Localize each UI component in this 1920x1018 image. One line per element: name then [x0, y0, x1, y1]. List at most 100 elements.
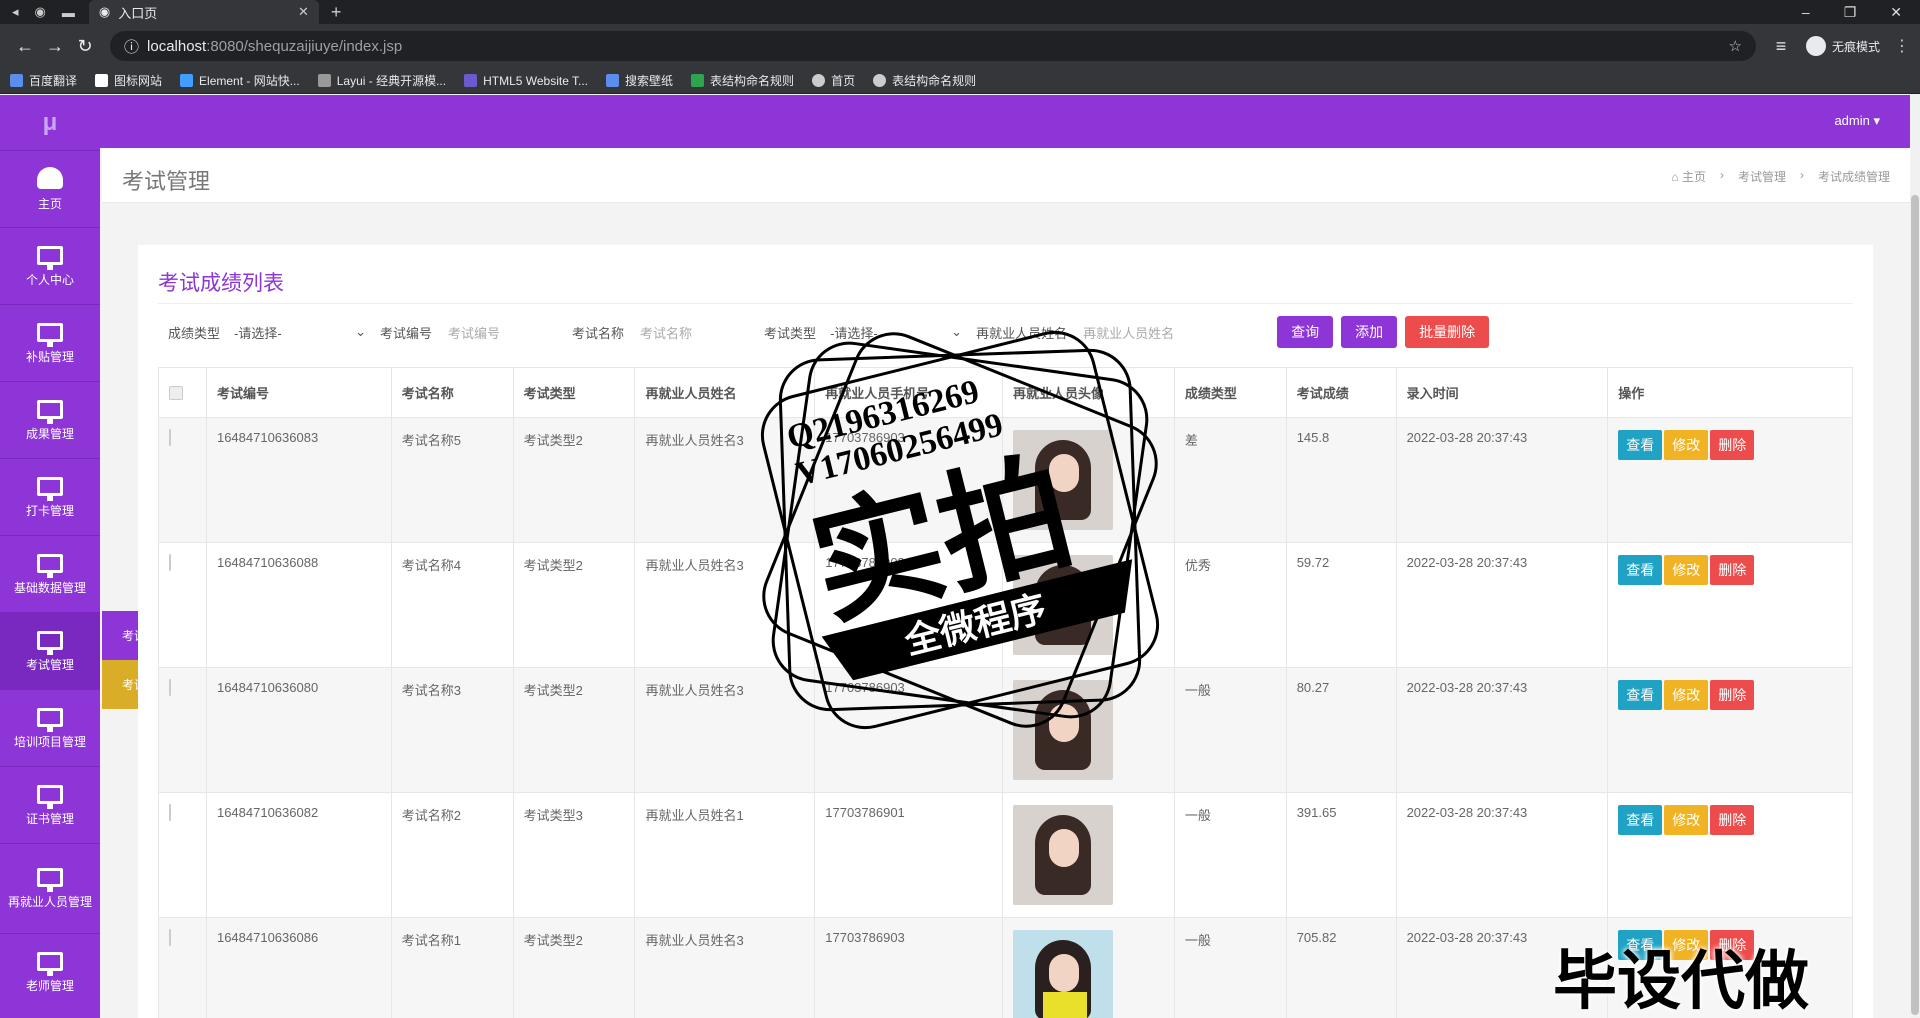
exam-no-cell: 16484710636083	[207, 418, 392, 542]
bookmark-item[interactable]: 表结构命名规则	[691, 72, 794, 89]
close-window-icon[interactable]: ✕	[1890, 4, 1902, 21]
sidebar-item-exam[interactable]: 考试管理	[0, 612, 100, 689]
score-type-select[interactable]: -请选择- ⌄	[230, 318, 370, 346]
address-bar: ← → ↻ ⓘ localhost:8080/shequzaijiuye/ind…	[0, 24, 1920, 68]
breadcrumb-home[interactable]: ⌂ 主页	[1671, 168, 1706, 185]
exam-no-cell: 16484710636080	[207, 668, 392, 792]
bookmark-icon	[317, 74, 331, 87]
forward-icon[interactable]: →	[40, 36, 70, 57]
new-tab-icon[interactable]: +	[331, 2, 342, 23]
edit-button[interactable]: 修改	[1664, 555, 1709, 585]
edit-button[interactable]: 修改	[1664, 430, 1709, 460]
chevron-right-icon: ›	[1799, 168, 1804, 182]
grade-cell: 一般	[1175, 918, 1287, 1018]
bookmark-item[interactable]: 搜索壁纸	[606, 72, 673, 89]
person-name-cell: 再就业人员姓名1	[635, 793, 816, 917]
grade-cell: 一般	[1175, 668, 1287, 792]
sidebar-item-teacher[interactable]: 老师管理	[0, 933, 100, 1010]
view-button[interactable]: 查看	[1618, 555, 1663, 585]
bookmarks-bar: 百度翻译 图标网站 Element - 网站快... Layui - 经典开源模…	[0, 68, 1920, 94]
avatar	[1013, 930, 1114, 1018]
bookmark-item[interactable]: 百度翻译	[10, 72, 77, 89]
sidebar-item-home[interactable]: 主页	[0, 150, 100, 227]
column-header: 录入时间	[1397, 368, 1609, 417]
row-checkbox[interactable]	[169, 929, 171, 946]
score-cell: 80.27	[1287, 668, 1397, 792]
exam-name-cell: 考试名称4	[392, 543, 514, 667]
sidebar-item-reemployment[interactable]: 再就业人员管理	[0, 843, 100, 933]
time-cell: 2022-03-28 20:37:43	[1397, 418, 1609, 542]
monitor-icon	[37, 245, 63, 270]
audio-icon[interactable]: ◂	[12, 4, 19, 20]
edit-button[interactable]: 修改	[1664, 680, 1709, 710]
globe-icon	[873, 74, 887, 87]
grade-cell: 差	[1175, 418, 1287, 542]
incognito-indicator[interactable]: 无痕模式	[1805, 36, 1880, 56]
view-button[interactable]: 查看	[1618, 805, 1663, 835]
monitor-icon	[37, 951, 63, 976]
more-icon[interactable]: ⋮	[1894, 36, 1910, 56]
sidebar-item-checkin[interactable]: 打卡管理	[0, 458, 100, 535]
scrollbar-thumb[interactable]	[1911, 195, 1919, 1015]
scrollbar[interactable]	[1910, 95, 1920, 1018]
reading-list-icon[interactable]: ≡	[1766, 36, 1796, 57]
chevron-right-icon: ›	[1719, 168, 1724, 182]
globe-icon[interactable]: ◉	[35, 4, 46, 20]
grade-cell: 优秀	[1175, 543, 1287, 667]
time-cell: 2022-03-28 20:37:43	[1397, 793, 1609, 917]
row-checkbox[interactable]	[169, 429, 171, 446]
query-button[interactable]: 查询	[1277, 316, 1334, 348]
url-field[interactable]: ⓘ localhost:8080/shequzaijiuye/index.jsp…	[110, 31, 1756, 61]
exam-no-cell: 16484710636086	[207, 918, 392, 1018]
delete-button[interactable]: 删除	[1710, 555, 1755, 585]
bookmark-item[interactable]: Element - 网站快...	[180, 72, 300, 89]
view-button[interactable]: 查看	[1618, 430, 1663, 460]
row-checkbox[interactable]	[169, 679, 171, 696]
delete-button[interactable]: 删除	[1710, 805, 1755, 835]
select-all-checkbox[interactable]	[169, 385, 183, 400]
delete-button[interactable]: 删除	[1710, 430, 1755, 460]
column-header: 考试名称	[392, 368, 514, 417]
bookmark-item[interactable]: HTML5 Website T...	[464, 74, 588, 88]
sidebar-item-profile[interactable]: 个人中心	[0, 227, 100, 304]
view-button[interactable]: 查看	[1618, 680, 1663, 710]
exam-no-cell: 16484710636088	[207, 543, 392, 667]
user-menu[interactable]: admin ▾	[1834, 113, 1880, 129]
window-icon[interactable]: ▬	[62, 5, 75, 20]
bookmark-star-icon[interactable]: ☆	[1729, 37, 1742, 55]
bookmark-item[interactable]: 图标网站	[95, 72, 162, 89]
row-checkbox[interactable]	[169, 804, 171, 821]
app-header: admin ▾	[0, 95, 1920, 148]
score-cell: 391.65	[1287, 793, 1397, 917]
bookmark-item[interactable]: 表结构命名规则	[873, 72, 976, 89]
batch-delete-button[interactable]: 批量删除	[1405, 316, 1490, 348]
row-checkbox[interactable]	[169, 554, 171, 571]
exam-name-cell: 考试名称5	[392, 418, 514, 542]
bookmark-item[interactable]: Layui - 经典开源模...	[317, 72, 446, 89]
minimize-icon[interactable]: –	[1802, 4, 1810, 21]
exam-no-input[interactable]: 考试编号	[442, 318, 562, 346]
score-cell: 59.72	[1287, 543, 1397, 667]
sidebar-item-subsidy[interactable]: 补贴管理	[0, 304, 100, 381]
back-icon[interactable]: ←	[10, 36, 40, 57]
exam-name-cell: 考试名称3	[392, 668, 514, 792]
restore-icon[interactable]: ❐	[1844, 4, 1857, 21]
bookmark-item[interactable]: 首页	[812, 72, 855, 89]
bookmark-icon	[464, 74, 478, 87]
bookmark-icon	[180, 74, 194, 87]
sidebar-item-training[interactable]: 培训项目管理	[0, 689, 100, 766]
reload-icon[interactable]: ↻	[70, 36, 100, 57]
close-icon[interactable]: ✕	[298, 4, 309, 20]
breadcrumb-exam[interactable]: 考试管理	[1738, 168, 1786, 185]
chevron-down-icon: ⌄	[355, 324, 367, 339]
panel-title: 考试成绩列表	[158, 272, 284, 295]
sidebar-item-basedata[interactable]: 基础数据管理	[0, 535, 100, 612]
sidebar-item-achievement[interactable]: 成果管理	[0, 381, 100, 458]
add-button[interactable]: 添加	[1341, 316, 1398, 348]
stamp-overlay: Q2196316269 V17060256499 实拍 全微程序	[760, 330, 1160, 730]
delete-button[interactable]: 删除	[1710, 680, 1755, 710]
edit-button[interactable]: 修改	[1664, 805, 1709, 835]
browser-tab[interactable]: ◉ 入口页 ✕	[88, 0, 319, 24]
exam-type-cell: 考试类型2	[514, 418, 636, 542]
sidebar-item-certificate[interactable]: 证书管理	[0, 766, 100, 843]
